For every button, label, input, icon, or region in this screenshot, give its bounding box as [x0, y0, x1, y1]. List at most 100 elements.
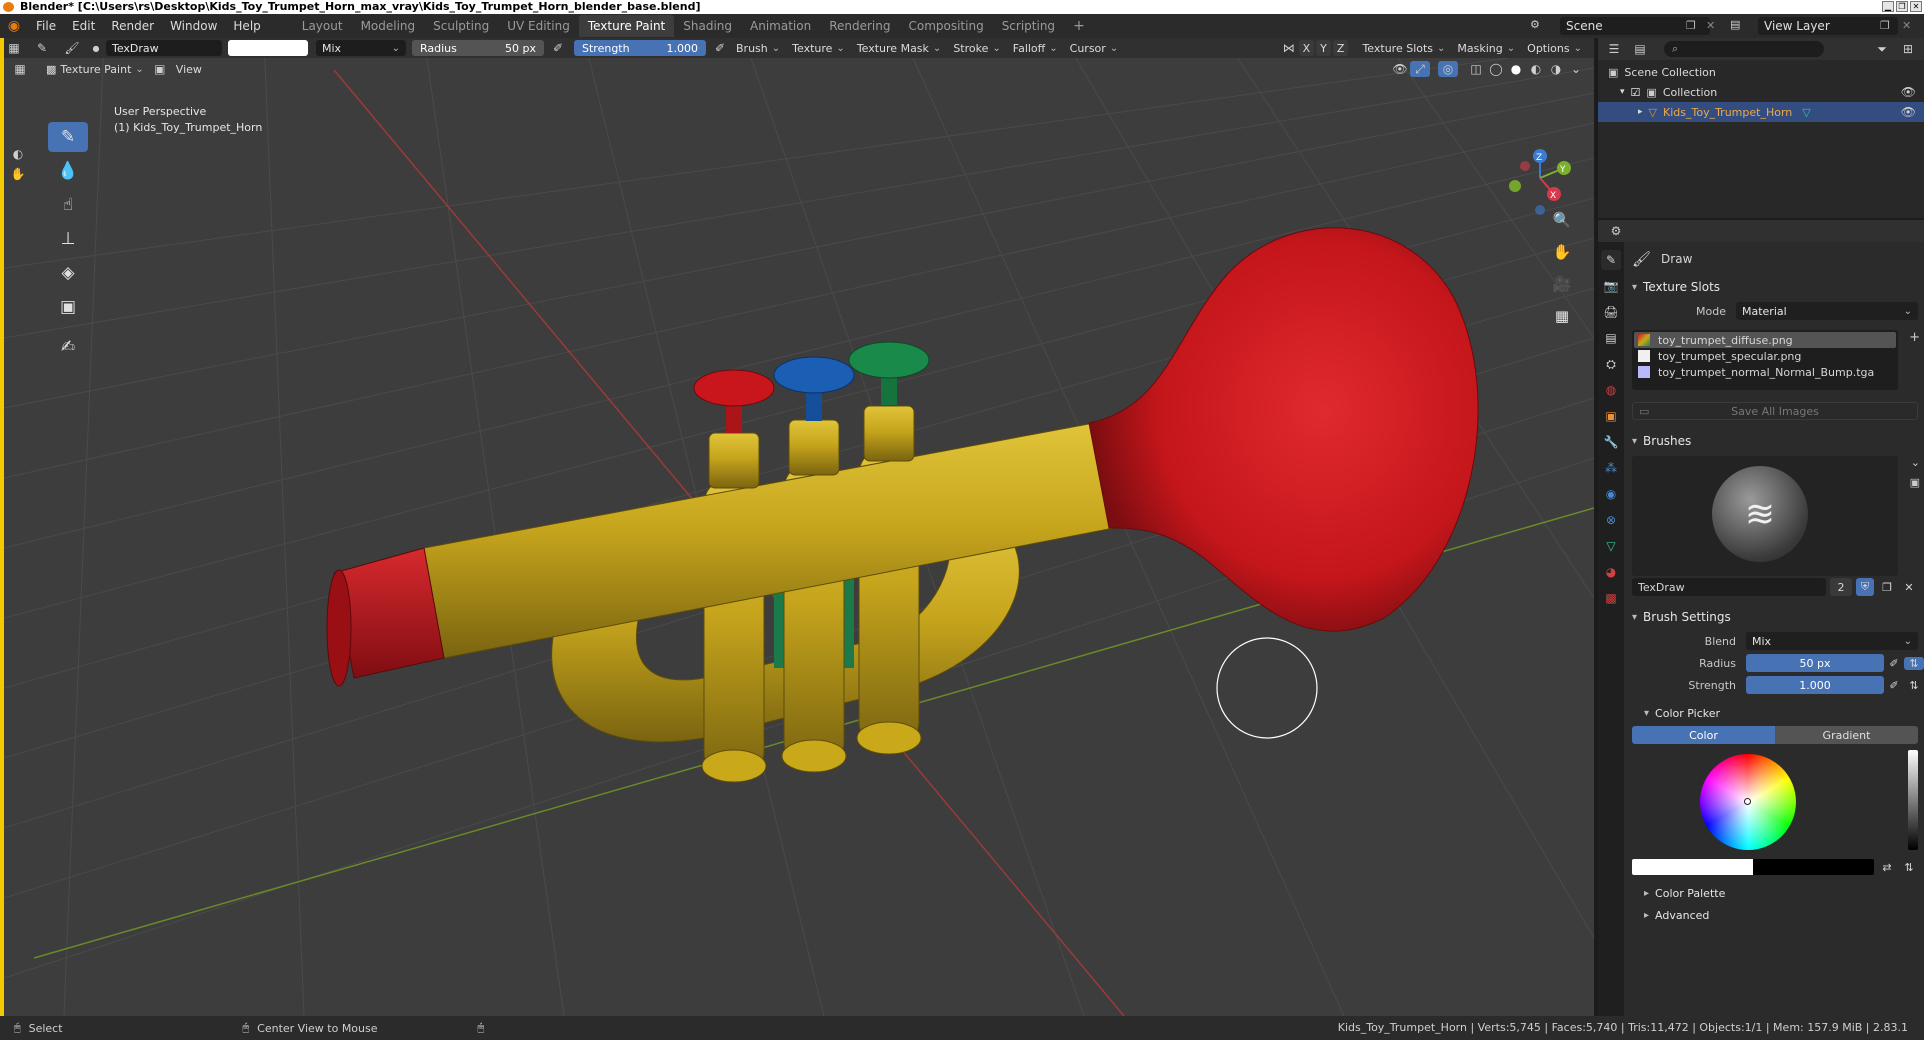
mirror-y-toggle[interactable]: Y: [1316, 40, 1331, 56]
new-collection-icon[interactable]: ⊞: [1898, 41, 1918, 57]
delete-view-layer-icon[interactable]: ✕: [1902, 19, 1911, 32]
masking-menu[interactable]: Masking: [1451, 40, 1521, 56]
brush-list-dropdown-icon[interactable]: ⌄: [1911, 456, 1920, 469]
particles-tab-icon[interactable]: ⁂: [1601, 458, 1621, 478]
tab-modeling[interactable]: Modeling: [352, 15, 425, 37]
draw-tool-icon[interactable]: ✎: [48, 122, 88, 152]
shading-options-icon[interactable]: ⌄: [1566, 61, 1586, 77]
solid-shading-icon[interactable]: ●: [1506, 61, 1526, 77]
view-layer-tab-icon[interactable]: ▤: [1601, 328, 1621, 348]
add-texture-slot-icon[interactable]: +: [1909, 330, 1920, 345]
tab-compositing[interactable]: Compositing: [899, 15, 992, 37]
strength-slider[interactable]: Strength 1.000: [574, 40, 706, 56]
xray-toggle-icon[interactable]: ◫: [1466, 61, 1486, 77]
maximize-button[interactable]: ❐: [1896, 1, 1908, 12]
color-pressure-icon[interactable]: ⇅: [1900, 861, 1918, 874]
color-wheel[interactable]: [1700, 754, 1796, 850]
symmetry-icon[interactable]: ⋈: [1279, 40, 1299, 56]
color-wheel-cursor[interactable]: [1744, 798, 1751, 805]
tab-layout[interactable]: Layout: [293, 15, 352, 37]
blender-menu-icon[interactable]: ◉: [0, 18, 28, 34]
rendered-shading-icon[interactable]: ◑: [1546, 61, 1566, 77]
perspective-toggle-icon[interactable]: ▦: [1550, 304, 1574, 328]
paint-tool-icon[interactable]: ✎: [32, 40, 52, 56]
sample-icon[interactable]: ◐: [8, 146, 28, 162]
brushes-panel-header[interactable]: Brushes: [1626, 430, 1924, 452]
mask-tool-icon[interactable]: ▣: [48, 292, 88, 322]
collection-visibility-icon[interactable]: 👁: [1901, 85, 1916, 99]
brush-settings-panel-header[interactable]: Brush Settings: [1626, 606, 1924, 628]
blend-dropdown[interactable]: Mix: [1746, 632, 1918, 650]
camera-view-icon[interactable]: 🎥: [1550, 272, 1574, 296]
pan-icon[interactable]: ✋: [1550, 240, 1574, 264]
advanced-panel-header[interactable]: Advanced: [1626, 904, 1924, 926]
new-view-layer-icon[interactable]: ❐: [1880, 19, 1890, 32]
tab-texture-paint[interactable]: Texture Paint: [578, 15, 675, 37]
3d-viewport[interactable]: Z Y X ▦ ✎ 🖌 ● TexDraw Mix Radius 50 px ✐…: [4, 38, 1594, 1016]
fill-tool-icon[interactable]: ◈: [48, 258, 88, 288]
strength-pressure-icon[interactable]: ✐: [1884, 679, 1904, 692]
unlink-brush-icon[interactable]: ✕: [1900, 578, 1918, 596]
scene-tab-icon[interactable]: ⛭: [1601, 354, 1621, 374]
add-workspace-button[interactable]: +: [1064, 15, 1094, 37]
mirror-x-toggle[interactable]: X: [1298, 40, 1315, 56]
delete-scene-icon[interactable]: ✕: [1706, 19, 1715, 32]
soften-tool-icon[interactable]: 💧: [48, 156, 88, 186]
display-mode-icon[interactable]: ▤: [1630, 41, 1650, 57]
radius-pressure-icon[interactable]: ✐: [1884, 657, 1904, 670]
annotate-tool-icon[interactable]: ✍: [48, 332, 88, 362]
modifier-tab-icon[interactable]: 🔧: [1601, 432, 1621, 452]
brush-user-count[interactable]: 2: [1830, 578, 1852, 596]
color-tab[interactable]: Color: [1632, 726, 1775, 744]
outliner-search-input[interactable]: ⌕: [1664, 41, 1824, 57]
mesh-data-tab-icon[interactable]: ▽: [1601, 536, 1621, 556]
output-tab-icon[interactable]: 🖨: [1601, 302, 1621, 322]
tool-tab-icon[interactable]: ✎: [1601, 250, 1621, 270]
falloff-menu[interactable]: Falloff: [1007, 40, 1064, 56]
strength-unit-icon[interactable]: ⇅: [1904, 679, 1924, 692]
brush-menu[interactable]: Brush: [730, 40, 786, 56]
texture-slots-menu[interactable]: Texture Slots: [1356, 40, 1451, 56]
viewport-options-icon[interactable]: ▣: [150, 61, 170, 77]
smear-tool-icon[interactable]: ☝: [48, 190, 88, 220]
radius-pressure-icon[interactable]: ✐: [548, 40, 568, 56]
menu-render[interactable]: Render: [103, 14, 162, 38]
options-menu[interactable]: Options: [1521, 40, 1588, 56]
clone-tool-icon[interactable]: ⊥: [48, 224, 88, 254]
properties-editor-icon[interactable]: ⚙: [1606, 223, 1626, 239]
texture-slot-item[interactable]: toy_trumpet_normal_Normal_Bump.tga: [1634, 364, 1896, 380]
tab-scripting[interactable]: Scripting: [993, 15, 1064, 37]
menu-window[interactable]: Window: [162, 14, 225, 38]
material-shading-icon[interactable]: ◐: [1526, 61, 1546, 77]
new-scene-icon[interactable]: ❐: [1686, 19, 1696, 32]
brush-icon[interactable]: 🖌: [62, 40, 82, 56]
outliner-object[interactable]: ▸ ▽ Kids_Toy_Trumpet_Horn ▽ 👁: [1598, 102, 1924, 122]
visibility-icon[interactable]: 👁: [1390, 61, 1410, 77]
wireframe-shading-icon[interactable]: ◯: [1486, 61, 1506, 77]
brush-name-field[interactable]: TexDraw: [106, 40, 222, 56]
brush-name-field[interactable]: TexDraw: [1632, 578, 1826, 596]
gradient-tab[interactable]: Gradient: [1775, 726, 1918, 744]
constraints-tab-icon[interactable]: ⊗: [1601, 510, 1621, 530]
texture-slots-panel-header[interactable]: Texture Slots: [1626, 276, 1924, 298]
texture-tab-icon[interactable]: ▩: [1601, 588, 1621, 608]
tab-rendering[interactable]: Rendering: [820, 15, 899, 37]
object-visibility-icon[interactable]: 👁: [1901, 105, 1916, 119]
list-resize-handle[interactable]: [1634, 380, 1896, 388]
swap-colors-icon[interactable]: ⇄: [1878, 861, 1896, 874]
outliner-editor-icon[interactable]: ☰: [1604, 41, 1624, 57]
primary-color-swatch[interactable]: [1632, 859, 1753, 875]
object-expand-icon[interactable]: ▸: [1638, 107, 1643, 117]
strength-slider[interactable]: 1.000: [1746, 676, 1884, 694]
zoom-icon[interactable]: 🔍: [1550, 208, 1574, 232]
tab-shading[interactable]: Shading: [674, 15, 741, 37]
texture-mask-menu[interactable]: Texture Mask: [851, 40, 948, 56]
view-layer-selector[interactable]: View Layer: [1758, 17, 1898, 35]
tab-animation[interactable]: Animation: [741, 15, 820, 37]
stroke-menu[interactable]: Stroke: [947, 40, 1006, 56]
texture-slot-item[interactable]: toy_trumpet_diffuse.png: [1634, 332, 1896, 348]
mode-dropdown[interactable]: Material: [1736, 302, 1918, 320]
color-picker-panel-header[interactable]: Color Picker: [1626, 702, 1924, 724]
trumpet-model[interactable]: [326, 227, 1479, 783]
menu-file[interactable]: File: [28, 14, 64, 38]
